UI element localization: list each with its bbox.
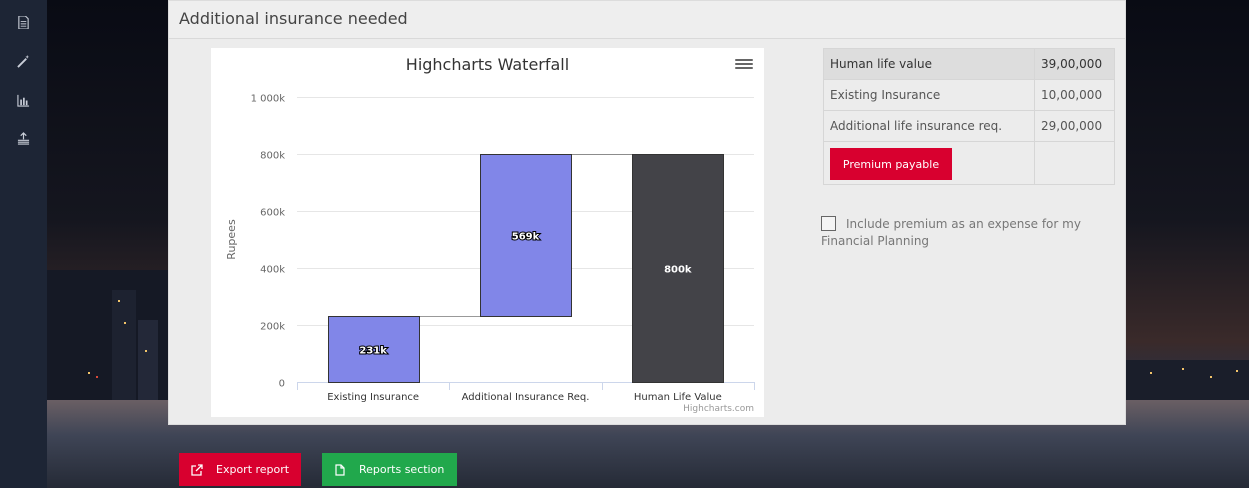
y-axis-title: Rupees: [225, 219, 238, 260]
table-row: Premium payable: [823, 141, 1115, 185]
row-label: Additional life insurance req.: [823, 110, 1035, 142]
row-label: Human life value: [823, 48, 1035, 80]
y-tick-label: 200k: [260, 322, 285, 333]
row-value: 29,00,000: [1034, 110, 1115, 142]
include-premium-option: Include premium as an expense for my Fin…: [821, 216, 1101, 250]
chart-title: Highcharts Waterfall: [405, 55, 570, 74]
table-row: Existing Insurance 10,00,000: [823, 79, 1115, 111]
bar-data-label: 800k: [664, 265, 692, 276]
x-tick-label: Additional Insurance Req.: [462, 392, 590, 403]
y-tick-label: 600k: [260, 208, 285, 219]
x-tick-label: Human Life Value: [634, 392, 722, 403]
chart-menu-icon[interactable]: [735, 57, 753, 73]
table-row: Human life value 39,00,000: [823, 48, 1115, 80]
y-tick-label: 0: [279, 379, 285, 390]
bar-data-label: 231k: [359, 346, 387, 357]
x-tick-label: Existing Insurance: [327, 392, 419, 403]
left-sidebar: [0, 0, 47, 488]
chart-credit-link[interactable]: Highcharts.com: [683, 404, 754, 414]
row-value: 10,00,000: [1034, 79, 1115, 111]
magic-wand-icon[interactable]: [12, 50, 34, 72]
bar-data-label: 569k: [512, 232, 540, 243]
upload-stack-icon[interactable]: [12, 127, 34, 149]
y-tick-label: 800k: [260, 151, 285, 162]
waterfall-chart: 0 200k 400k 600k 800k 1 000k Rupees 231k Existin…: [211, 48, 764, 417]
table-row: Additional life insurance req. 29,00,000: [823, 110, 1115, 142]
include-premium-checkbox[interactable]: [821, 216, 836, 231]
export-report-label: Export report: [216, 463, 290, 476]
summary-table: Human life value 39,00,000 Existing Insu…: [823, 48, 1115, 185]
y-tick-label: 1 000k: [251, 94, 286, 105]
bar-chart-icon[interactable]: [12, 89, 34, 111]
reports-section-label: Reports section: [359, 463, 445, 476]
document-icon[interactable]: [12, 11, 34, 33]
y-tick-label: 400k: [260, 265, 285, 276]
premium-payable-button[interactable]: Premium payable: [830, 148, 952, 180]
reports-section-button[interactable]: Reports section: [322, 453, 457, 486]
chart-canvas: 0 200k 400k 600k 800k 1 000k Rupees 231k Existin…: [225, 94, 755, 403]
insurance-panel: Additional insurance needed 0 200k 400k 600…: [168, 0, 1126, 425]
row-label: Existing Insurance: [823, 79, 1035, 111]
export-report-button[interactable]: Export report: [179, 453, 301, 486]
panel-title: Additional insurance needed: [169, 1, 1125, 39]
include-premium-label: Include premium as an expense for my Fin…: [821, 217, 1081, 248]
external-link-icon: [191, 463, 203, 476]
file-icon: [335, 463, 345, 476]
row-value: 39,00,000: [1034, 48, 1115, 80]
